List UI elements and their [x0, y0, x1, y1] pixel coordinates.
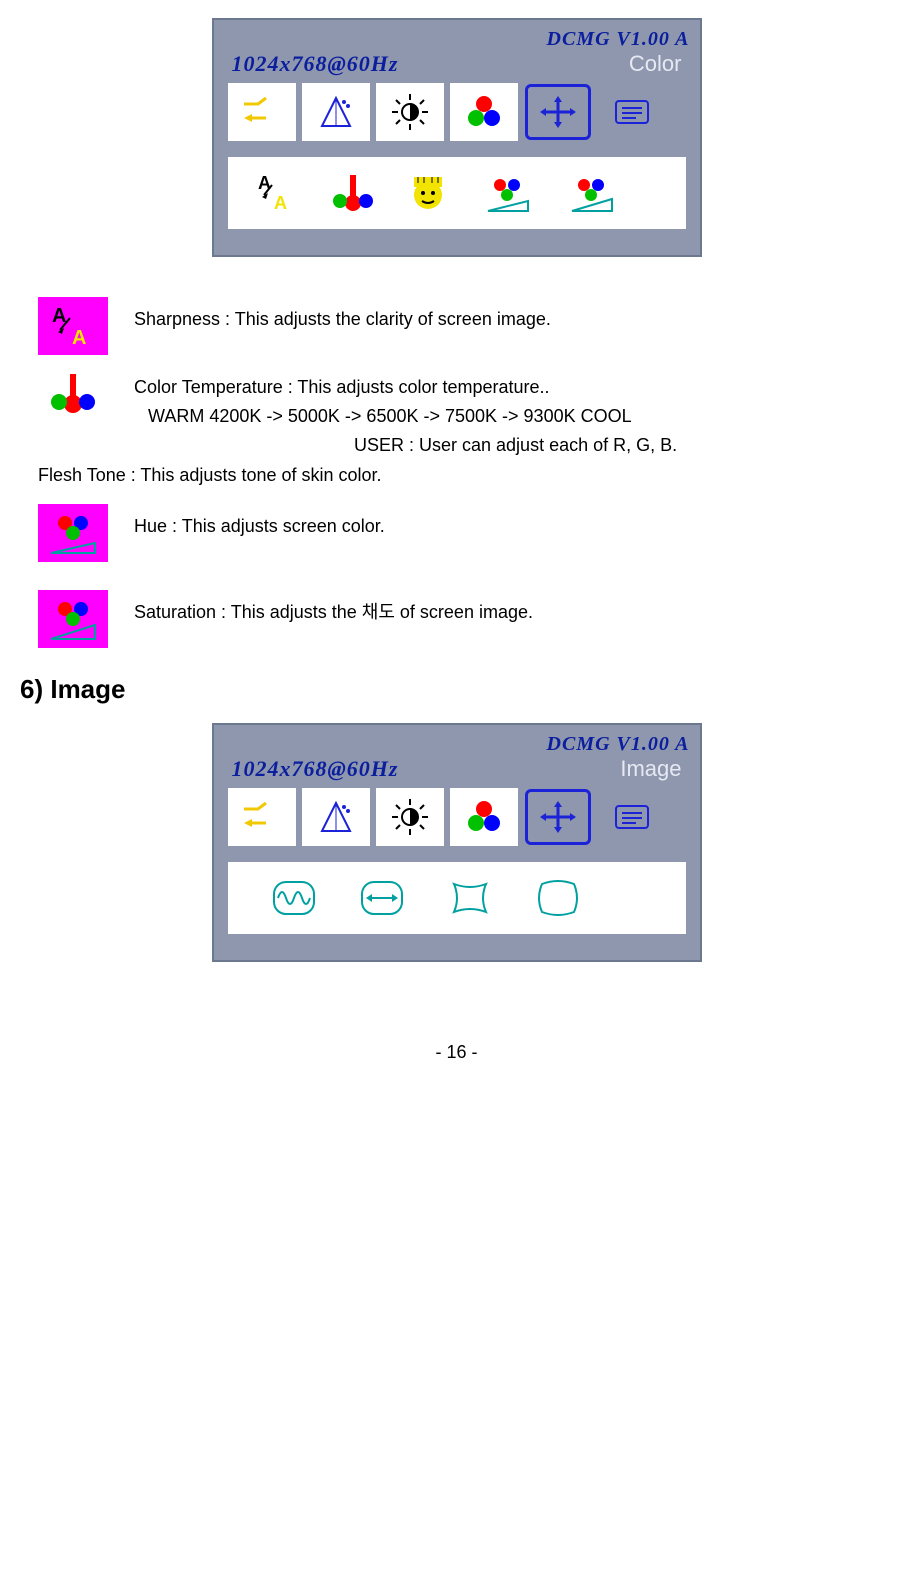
svg-text:A: A	[72, 327, 86, 349]
tab-color-icon[interactable]	[450, 83, 518, 141]
osd-sub-image	[228, 862, 686, 934]
osd-panel-image: DCMG V1.00 A 1024x768@60Hz Image	[212, 723, 702, 962]
section-heading-image: 6) Image	[20, 674, 893, 705]
sub-sharpness-icon[interactable]: A A	[252, 171, 300, 215]
sub-colortemp-icon[interactable]	[328, 171, 376, 215]
osd-menu-label-2: Image	[620, 756, 681, 782]
sub-hsize-icon[interactable]	[356, 876, 408, 920]
sharpness-icon: A A	[38, 297, 108, 355]
desc-colortemp-row: Color Temperature : This adjusts color t…	[38, 365, 893, 459]
tab-picture-icon-2[interactable]	[302, 788, 370, 846]
tab-brightness-icon[interactable]	[376, 83, 444, 141]
osd-main-tabs	[214, 83, 700, 147]
desc-sharpness-text: Sharpness : This adjusts the clarity of …	[134, 297, 893, 334]
osd-sub-color: A A	[228, 157, 686, 229]
osd-resolution-text-2: 1024x768@60Hz	[232, 756, 399, 782]
tab-image-icon-2[interactable]	[524, 788, 592, 846]
tab-setup-icon[interactable]	[598, 83, 666, 141]
tab-input-icon-2[interactable]	[228, 788, 296, 846]
desc-hue-row: Hue : This adjusts screen color.	[38, 504, 893, 562]
desc-saturation-row: Saturation : This adjusts the 채도 of scre…	[38, 590, 893, 648]
osd-menu-label: Color	[629, 51, 682, 77]
desc-colortemp-l2: WARM 4200K -> 5000K -> 6500K -> 7500K ->…	[134, 402, 893, 431]
desc-sharpness-row: A A Sharpness : This adjusts the clarity…	[38, 297, 893, 355]
desc-fleshtone-text: Flesh Tone : This adjusts tone of skin c…	[38, 465, 893, 486]
osd-version-text-2: DCMG V1.00 A	[214, 731, 700, 756]
tab-image-icon[interactable]	[524, 83, 592, 141]
tab-brightness-icon-2[interactable]	[376, 788, 444, 846]
desc-saturation-text: Saturation : This adjusts the 채도 of scre…	[134, 590, 893, 627]
desc-hue-text: Hue : This adjusts screen color.	[134, 504, 893, 541]
desc-colortemp-l1: Color Temperature : This adjusts color t…	[134, 373, 893, 402]
osd-main-tabs-2	[214, 788, 700, 852]
hue-icon	[38, 504, 108, 562]
tab-setup-icon-2[interactable]	[598, 788, 666, 846]
tab-picture-icon[interactable]	[302, 83, 370, 141]
osd-version-text: DCMG V1.00 A	[214, 26, 700, 51]
sub-phase-icon[interactable]	[268, 876, 320, 920]
sub-geometry1-icon[interactable]	[444, 876, 496, 920]
desc-colortemp-l3: USER : User can adjust each of R, G, B.	[134, 431, 893, 460]
sub-hue-icon[interactable]	[480, 171, 536, 215]
osd-resolution-text: 1024x768@60Hz	[232, 51, 399, 77]
tab-color-icon-2[interactable]	[450, 788, 518, 846]
desc-colortemp-text: Color Temperature : This adjusts color t…	[134, 365, 893, 459]
page-number: - 16 -	[20, 1042, 893, 1063]
osd-panel-color: DCMG V1.00 A 1024x768@60Hz Color	[212, 18, 702, 257]
sub-geometry2-icon[interactable]	[532, 876, 584, 920]
saturation-icon	[38, 590, 108, 648]
colortemp-icon	[38, 365, 108, 423]
tab-input-icon[interactable]	[228, 83, 296, 141]
sub-saturation-icon[interactable]	[564, 171, 620, 215]
sub-fleshtone-icon[interactable]	[404, 171, 452, 215]
svg-text:A: A	[274, 193, 287, 213]
